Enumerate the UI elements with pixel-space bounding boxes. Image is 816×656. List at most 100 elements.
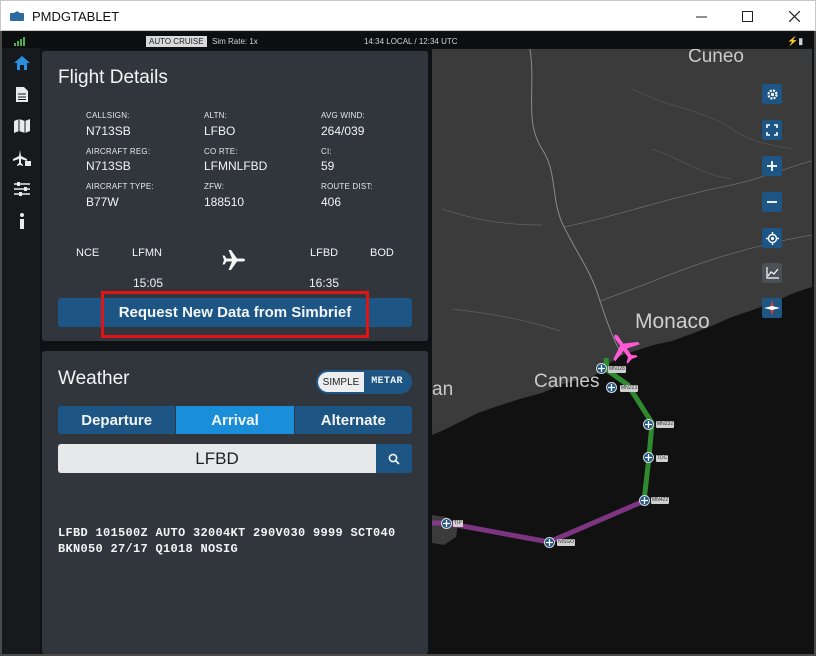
weather-title: Weather: [58, 368, 130, 389]
waypoint-marker: [606, 382, 617, 393]
aircraft-type-value: B77W: [86, 195, 119, 209]
arrival-iata: BOD: [370, 247, 394, 259]
nav-documents[interactable]: [12, 84, 32, 104]
ci-label: CI:: [321, 147, 332, 156]
zfw-label: ZFW:: [204, 182, 225, 191]
window-titlebar: PMDGTABLET: [0, 0, 816, 31]
maximize-icon: [741, 11, 753, 22]
map-label-partial: an: [432, 379, 454, 400]
zfw-value: 188510: [204, 195, 245, 209]
departure-iata: NCE: [76, 247, 100, 259]
nav-info[interactable]: [12, 211, 32, 231]
co-rte-label: CO RTE:: [204, 147, 238, 156]
tab-arrival[interactable]: Arrival: [176, 406, 295, 434]
search-button[interactable]: [376, 444, 412, 473]
nav-map[interactable]: [12, 116, 32, 136]
nav-settings[interactable]: [12, 179, 32, 199]
aircraft-reg-label: AIRCRAFT REG:: [86, 147, 151, 156]
map-settings-button[interactable]: [762, 84, 782, 104]
altn-label: ALTN:: [204, 111, 228, 120]
tablet-status-bar: AUTO CRUISE Sim Rate: 1x 14:34 LOCAL / 1…: [2, 33, 814, 48]
route-dist-label: ROUTE DIST:: [321, 182, 373, 191]
departure-time: 15:05: [133, 276, 164, 290]
route-map[interactable]: Cuneo Monaco Cannes an MNJ28 MN223 MN232…: [432, 49, 812, 654]
zoom-out-icon: [767, 201, 777, 203]
tab-alternate[interactable]: Alternate: [294, 406, 412, 434]
map-label-cuneo: Cuneo: [688, 49, 744, 67]
callsign-value: N713SB: [86, 124, 131, 138]
toggle-simple[interactable]: SIMPLE: [318, 372, 364, 392]
waypoint-marker: [544, 537, 555, 548]
map-icon: [14, 119, 30, 133]
map-compass-button[interactable]: [762, 298, 782, 318]
callsign-label: CALLSIGN:: [86, 111, 130, 120]
co-rte-value: LFMNLFBD: [204, 159, 268, 173]
waypoint-label: MN422: [651, 497, 670, 504]
signal-icon: [14, 37, 25, 46]
map-fullscreen-button[interactable]: [762, 120, 782, 140]
toggle-metar[interactable]: METAR: [364, 372, 410, 392]
waypoint-label: TIP: [453, 520, 463, 527]
aircraft-type-label: AIRCRAFT TYPE:: [86, 182, 154, 191]
info-icon: [20, 213, 24, 229]
waypoint-marker: [643, 419, 654, 430]
map-label-monaco: Monaco: [635, 310, 710, 333]
nav-home[interactable]: [12, 53, 32, 73]
close-icon: [788, 11, 800, 22]
chart-icon: [765, 267, 779, 279]
fullscreen-icon: [766, 124, 778, 136]
minimize-icon: [695, 16, 707, 18]
departure-icao: LFMN: [132, 247, 162, 259]
waypoint-label: MN223: [620, 385, 639, 392]
arrival-icao: LFBD: [310, 247, 339, 259]
waypoint-marker: [441, 518, 452, 529]
request-simbrief-button[interactable]: Request New Data from Simbrief: [58, 298, 412, 327]
search-icon: [388, 453, 400, 465]
sidebar-nav: [2, 48, 40, 654]
waypoint-label: MN232: [656, 421, 675, 428]
map-locate-button[interactable]: [762, 228, 782, 248]
window-title: PMDGTABLET: [32, 9, 120, 24]
compass-icon: [764, 300, 780, 316]
icao-search-input[interactable]: [58, 444, 376, 473]
map-chart-button[interactable]: [762, 263, 782, 283]
zoom-in-icon: [767, 161, 777, 171]
aircraft-settings-icon: [13, 150, 31, 166]
flight-details-title: Flight Details: [58, 67, 168, 88]
sim-rate: Sim Rate: 1x: [212, 37, 258, 46]
map-zoom-out-button[interactable]: [762, 192, 782, 212]
tab-departure[interactable]: Departure: [58, 406, 177, 434]
waypoint-marker: [643, 452, 654, 463]
avg-wind-value: 264/039: [321, 124, 365, 138]
flight-mode-badge: AUTO CRUISE: [146, 36, 207, 47]
sliders-icon: [14, 182, 30, 196]
aircraft-reg-value: N713SB: [86, 159, 131, 173]
map-zoom-in-button[interactable]: [762, 156, 782, 176]
document-icon: [16, 86, 28, 102]
clock: 14:34 LOCAL / 12:34 UTC: [364, 37, 458, 46]
metar-text: LFBD 101500Z AUTO 32004KT 290V030 9999 S…: [58, 526, 404, 556]
altn-value: LFBO: [204, 124, 236, 138]
battery-charging-icon: ⚡▮: [787, 36, 804, 46]
weather-mode-toggle[interactable]: SIMPLE METAR: [316, 370, 412, 394]
maximize-button[interactable]: [724, 1, 770, 32]
route-dist-value: 406: [321, 195, 342, 209]
waypoint-label: NISGO: [557, 539, 576, 546]
close-button[interactable]: [771, 1, 816, 32]
waypoint-marker: [639, 495, 650, 506]
weather-tabs: Departure Arrival Alternate: [58, 406, 412, 434]
settings-icon: [766, 88, 778, 100]
ci-value: 59: [321, 159, 335, 173]
app-icon: [10, 11, 24, 21]
flight-details-panel: Flight Details CALLSIGN: N713SB ALTN: LF…: [42, 51, 428, 341]
waypoint-label: TDC: [656, 455, 669, 462]
waypoint-label: MNJ28: [608, 366, 626, 373]
aircraft-position-icon: [613, 334, 640, 364]
home-icon: [14, 56, 30, 70]
weather-panel: Weather SIMPLE METAR Departure Arrival A…: [42, 351, 428, 654]
nav-aircraft[interactable]: [12, 148, 32, 168]
avg-wind-label: AVG WIND:: [321, 111, 365, 120]
arrival-time: 16:35: [309, 276, 340, 290]
locate-icon: [765, 231, 779, 245]
minimize-button[interactable]: [678, 1, 724, 32]
